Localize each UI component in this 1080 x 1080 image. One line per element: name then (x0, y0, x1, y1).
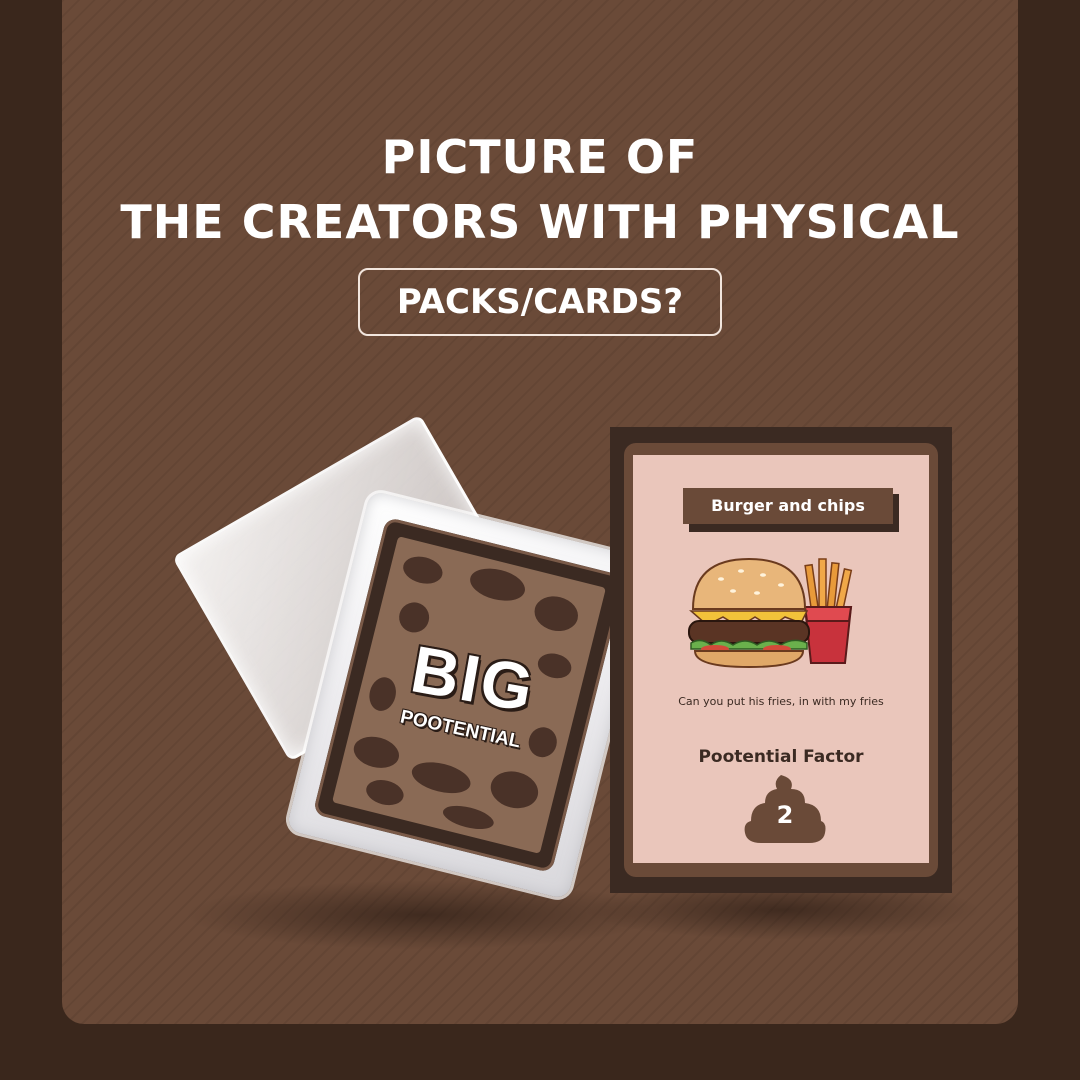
card-caption: Can you put his fries, in with my fries (678, 695, 884, 708)
game-card-frame: Burger and chips Can you put his fries, … (624, 443, 938, 877)
subtitle-box: PACKS/CARDS? (358, 268, 722, 336)
main-panel: PICTURE OF THE CREATORS WITH PHYSICAL PA… (62, 0, 1018, 1024)
game-card-face: Burger and chips Can you put his fries, … (633, 455, 929, 863)
game-card: Burger and chips Can you put his fries, … (610, 427, 952, 893)
burger-icon (688, 557, 810, 669)
pack-card-back: BIG POOTENTIAL (312, 516, 626, 874)
heading-line-2: THE CREATORS WITH PHYSICAL (120, 195, 960, 249)
fries-icon (803, 558, 853, 664)
pootential-factor-value: 2 (776, 801, 794, 829)
pootential-factor-label: Pootential Factor (698, 747, 864, 767)
burger-and-fries-icon (688, 557, 853, 669)
card-title: Burger and chips (683, 488, 893, 524)
heading-line-1: PICTURE OF (381, 130, 699, 184)
pack-card-art: BIG POOTENTIAL (332, 536, 606, 854)
